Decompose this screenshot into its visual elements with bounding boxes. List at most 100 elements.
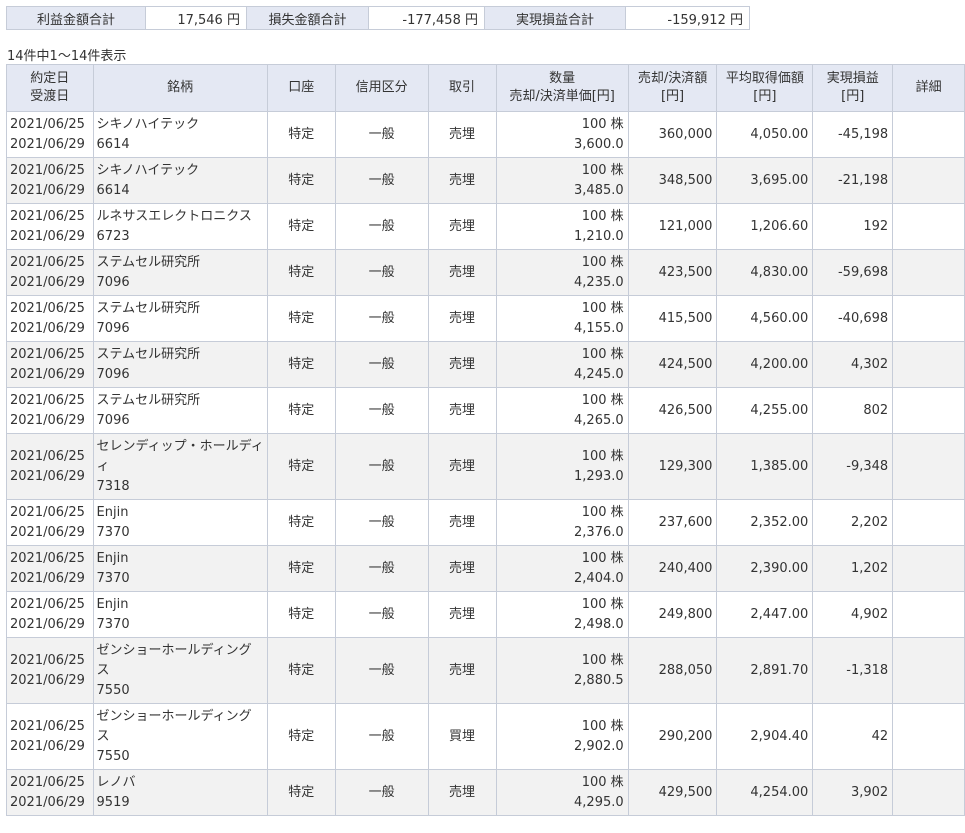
settle-date: 2021/06/29 [10,412,85,428]
loss-total-cell: -177,458 円 [368,6,485,30]
amount-cell: 240,400 [627,545,718,592]
settle-date: 2021/06/29 [10,794,85,810]
pl-cell: 4,902 [812,591,894,638]
qty-price-cell: 100 株 2,880.5 [495,637,629,704]
credit-cell: 一般 [334,249,429,296]
pl-cell: -40,698 [812,295,894,342]
stock-name-cont: ィ [96,458,110,474]
account-cell: 特定 [266,157,336,204]
amount-cell: 121,000 [627,203,718,250]
table-row: 2021/06/25 2021/06/29 ゼンショーホールディングス 7550 特定一… [6,637,965,704]
credit-cell: 一般 [334,203,429,250]
detail-cell[interactable] [892,433,965,500]
settle-date: 2021/06/29 [10,672,85,688]
account-cell: 特定 [266,203,336,250]
trade-date: 2021/06/25 [10,774,85,790]
trade-date: 2021/06/25 [10,392,85,408]
detail-cell[interactable] [892,249,965,296]
avg-cost-cell: 1,206.60 [716,203,814,250]
unit-price: 4,235.0 [574,274,624,290]
table-row: 2021/06/25 2021/06/29 シキノハイテック 6614 特定 一般 売埋 10… [6,157,965,204]
amount-cell: 288,050 [627,637,718,704]
date-cell: 2021/06/25 2021/06/29 [6,387,94,434]
trade-cell: 売埋 [427,203,497,250]
detail-cell[interactable] [892,341,965,388]
avg-cost-cell: 4,560.00 [716,295,814,342]
stock-cell: ゼンショーホールディングス 7550 [92,637,268,704]
trade-date: 2021/06/25 [10,162,85,178]
detail-cell[interactable] [892,387,965,434]
detail-cell[interactable] [892,703,965,770]
header-account: 口座 [266,64,336,112]
summary-table: 利益金額合計 17,546 円 損失金額合計 -177,458 円 実現損益合計… [6,6,750,30]
realized-total-label: 実現損益合計 [484,6,626,30]
detail-cell[interactable] [892,111,965,158]
trade-date: 2021/06/25 [10,208,85,224]
qty-price-cell: 100 株 4,265.0 [495,387,629,434]
stock-name: Enjin [96,504,129,520]
detail-cell[interactable] [892,769,965,816]
date-cell: 2021/06/25 2021/06/29 [6,341,94,388]
settle-date: 2021/06/29 [10,136,85,152]
avg-cost-cell: 4,050.00 [716,111,814,158]
settle-date: 2021/06/29 [10,228,85,244]
trade-date: 2021/06/25 [10,448,85,464]
settle-date: 2021/06/29 [10,320,85,336]
qty-price-cell: 100 株 2,902.0 [495,703,629,770]
avg-cost-cell: 1,385.00 [716,433,814,500]
amount-cell: 360,000 [627,111,718,158]
detail-cell[interactable] [892,203,965,250]
quantity: 100 株 [581,392,624,408]
account-cell: 特定 [266,341,336,388]
quantity: 100 株 [581,596,624,612]
quantity: 100 株 [581,116,624,132]
detail-cell[interactable] [892,545,965,592]
stock-cell: セレンディップ・ホールディィ 7318 [92,433,268,500]
table-row: 2021/06/25 2021/06/29 ルネサスエレクトロニクス 6723 特定 一般… [6,203,965,250]
avg-cost-cell: 2,904.40 [716,703,814,770]
avg-cost-cell: 4,830.00 [716,249,814,296]
header-avg-cost-unit: [円] [753,89,777,104]
profit-total-value: 17,546 [177,12,223,28]
account-cell: 特定 [266,111,336,158]
date-cell: 2021/06/25 2021/06/29 [6,433,94,500]
settle-date: 2021/06/29 [10,738,85,754]
detail-cell[interactable] [892,295,965,342]
date-cell: 2021/06/25 2021/06/29 [6,637,94,704]
stock-name: ルネサスエレクトロニクス [96,208,252,224]
amount-cell: 348,500 [627,157,718,204]
unit-price: 4,265.0 [574,412,624,428]
trade-cell: 買埋 [427,703,497,770]
trade-cell: 売埋 [427,499,497,546]
quantity: 100 株 [581,774,624,790]
detail-cell[interactable] [892,499,965,546]
pl-cell: -1,318 [812,637,894,704]
header-amount: 売却/決済額 [円] [627,64,718,112]
detail-cell[interactable] [892,157,965,204]
stock-name: セレンディップ・ホールディ [96,438,264,454]
qty-price-cell: 100 株 3,485.0 [495,157,629,204]
detail-cell[interactable] [892,637,965,704]
stock-code: 7370 [96,616,130,632]
header-credit: 信用区分 [334,64,429,112]
avg-cost-cell: 4,255.00 [716,387,814,434]
avg-cost-cell: 4,254.00 [716,769,814,816]
table-row: 2021/06/25 2021/06/29 ステムセル研究所 7096 特定 一般 売埋 10… [6,295,965,342]
stock-name: レノバ [96,774,136,790]
table-row: 2021/06/25 2021/06/29 レノバ 9519 特定 一般 売埋 100 株 4,… [6,769,965,816]
date-cell: 2021/06/25 2021/06/29 [6,249,94,296]
qty-price-cell: 100 株 4,245.0 [495,341,629,388]
avg-cost-cell: 2,352.00 [716,499,814,546]
unit-price: 1,210.0 [574,228,624,244]
account-cell: 特定 [266,249,336,296]
credit-cell: 一般 [334,637,429,704]
quantity: 100 株 [581,162,624,178]
stock-cell: シキノハイテック 6614 [92,157,268,204]
settle-date: 2021/06/29 [10,182,85,198]
unit-price: 3,485.0 [574,182,624,198]
detail-cell[interactable] [892,591,965,638]
pl-cell: 802 [812,387,894,434]
profit-total-cell: 17,546 円 [145,6,247,30]
table-row: 2021/06/25 2021/06/29 シキノハイテック 6614 特定 一般 売埋 10… [6,111,965,158]
unit-price: 4,295.0 [574,794,624,810]
